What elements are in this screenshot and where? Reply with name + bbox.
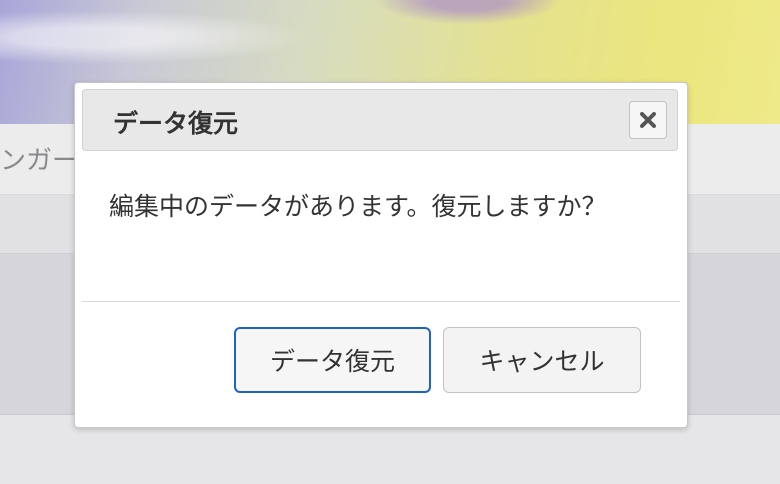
cancel-button[interactable]: キャンセル [443,327,641,393]
dialog-close-button[interactable] [629,101,667,139]
dialog-titlebar: データ復元 [82,89,678,151]
dialog-divider [82,301,680,302]
dialog-message: 編集中のデータがあります。復元しますか？ [109,192,607,221]
page-background: ンガー データ復元 編集中のデータがあります。復元しますか？ データ復元 キャン… [0,0,780,484]
nav-menu-text[interactable]: ンガー [0,140,78,177]
dialog-title: データ復元 [113,109,239,138]
close-icon [640,112,656,128]
restore-data-button[interactable]: データ復元 [234,327,431,393]
restore-data-dialog: データ復元 編集中のデータがあります。復元しますか？ データ復元 キャンセル [74,82,688,428]
